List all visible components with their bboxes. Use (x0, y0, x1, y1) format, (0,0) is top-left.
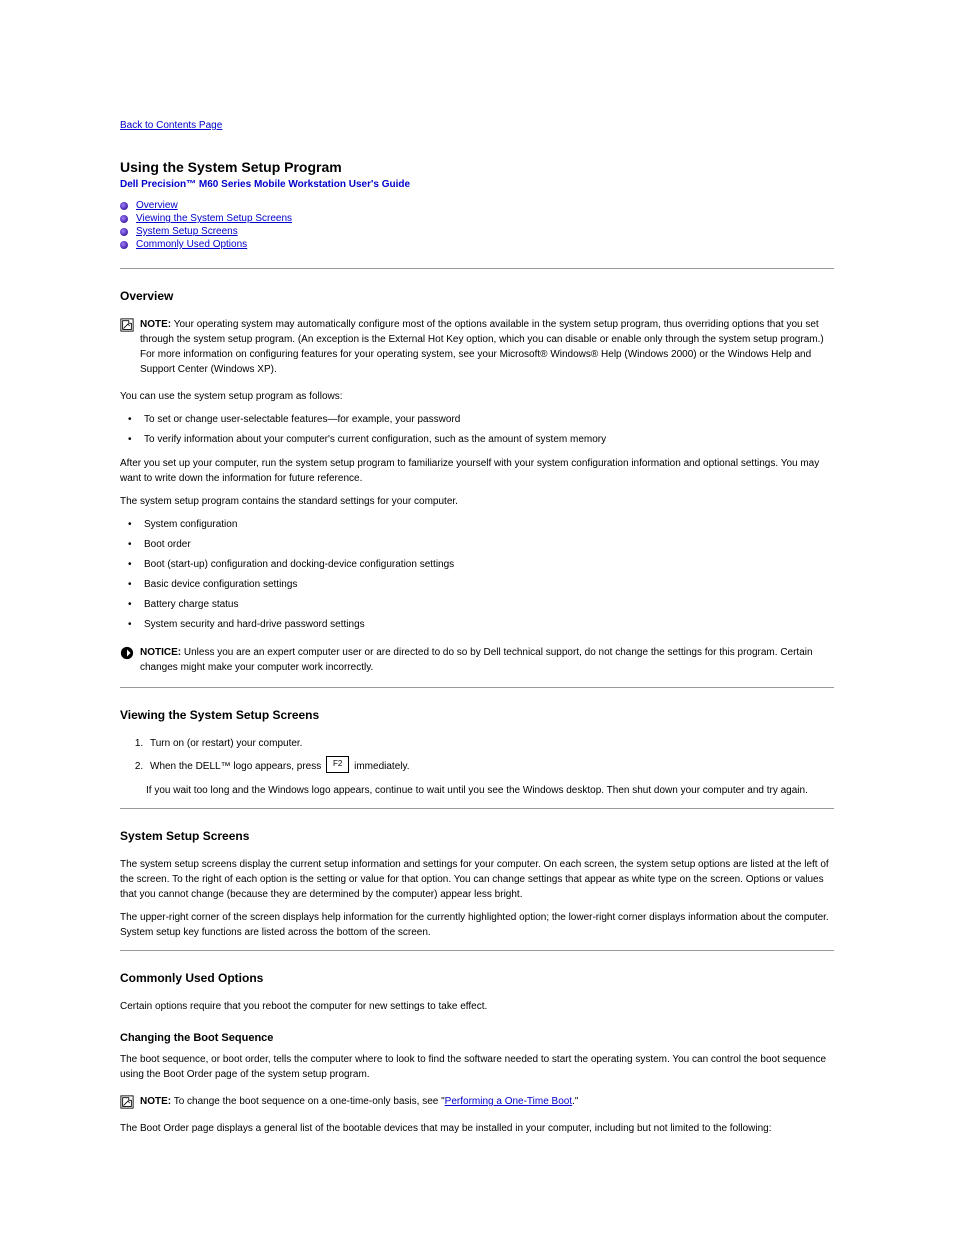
table-of-contents: Overview Viewing the System Setup Screen… (120, 200, 834, 250)
notice-block: NOTICE: Unless you are an expert compute… (120, 645, 834, 675)
note-block: NOTE: Your operating system may automati… (120, 317, 834, 377)
one-time-boot-link[interactable]: Performing a One-Time Boot (445, 1096, 572, 1107)
notice-text: NOTICE: Unless you are an expert compute… (140, 645, 834, 675)
options-reboot: Certain options require that you reboot … (120, 999, 834, 1014)
note-body: Your operating system may automatically … (140, 319, 824, 375)
viewing-wait-text: If you wait too long and the Windows log… (146, 783, 834, 798)
note-boot-after: ." (572, 1096, 578, 1107)
overview-intro: You can use the system setup program as … (120, 389, 834, 404)
viewing-steps: Turn on (or restart) your computer. When… (146, 736, 834, 775)
note-text: NOTE: To change the boot sequence on a o… (140, 1094, 578, 1109)
boot-p1: The boot sequence, or boot order, tells … (120, 1052, 834, 1082)
screens-p2: The upper-right corner of the screen dis… (120, 910, 834, 940)
step-item: When the DELL™ logo appears, press F2 im… (146, 758, 834, 775)
section-divider (120, 950, 834, 951)
notice-body: Unless you are an expert computer user o… (140, 647, 813, 673)
guide-subtitle: Dell Precision™ M60 Series Mobile Workst… (120, 179, 834, 190)
overview-purpose-list: System configuration Boot order Boot (st… (144, 517, 834, 633)
list-item: To verify information about your compute… (144, 432, 834, 448)
overview-after: After you set up your computer, run the … (120, 456, 834, 486)
note-icon (120, 318, 134, 332)
page-title: Using the System Setup Program (120, 159, 834, 175)
note-icon (120, 1095, 134, 1109)
boot-p1-text: The boot sequence, or boot order, tells … (120, 1054, 826, 1080)
overview-use-list: To set or change user-selectable feature… (144, 412, 834, 448)
bullet-icon (120, 228, 128, 236)
note-boot-before: To change the boot sequence on a one-tim… (174, 1096, 445, 1107)
section-divider (120, 687, 834, 688)
screens-p1: The system setup screens display the cur… (120, 857, 834, 902)
section-divider (120, 808, 834, 809)
f2-key-icon: F2 (326, 756, 349, 773)
list-item: To set or change user-selectable feature… (144, 412, 834, 428)
toc-link-screens[interactable]: System Setup Screens (136, 226, 238, 237)
list-item: Battery charge status (144, 597, 834, 613)
boot-sequence-heading: Changing the Boot Sequence (120, 1032, 834, 1044)
bullet-icon (120, 215, 128, 223)
note-block: NOTE: To change the boot sequence on a o… (120, 1094, 834, 1109)
notice-icon (120, 646, 134, 660)
viewing-heading: Viewing the System Setup Screens (120, 708, 834, 722)
list-item: System configuration (144, 517, 834, 533)
list-item: System security and hard-drive password … (144, 617, 834, 633)
list-item: Basic device configuration settings (144, 577, 834, 593)
toc-link-options[interactable]: Commonly Used Options (136, 239, 247, 250)
overview-heading: Overview (120, 289, 834, 303)
toc-link-viewing[interactable]: Viewing the System Setup Screens (136, 213, 292, 224)
screens-heading: System Setup Screens (120, 829, 834, 843)
list-item: Boot order (144, 537, 834, 553)
options-heading: Commonly Used Options (120, 971, 834, 985)
overview-purpose-intro: The system setup program contains the st… (120, 494, 834, 509)
toc-link-overview[interactable]: Overview (136, 200, 178, 211)
note-text: NOTE: Your operating system may automati… (140, 317, 834, 377)
list-item: Boot (start-up) configuration and dockin… (144, 557, 834, 573)
section-divider (120, 268, 834, 269)
back-to-contents-link[interactable]: Back to Contents Page (120, 120, 222, 131)
boot-p2: The Boot Order page displays a general l… (120, 1121, 834, 1136)
step2-suffix: immediately. (354, 761, 409, 772)
step-item: Turn on (or restart) your computer. (146, 736, 834, 752)
bullet-icon (120, 202, 128, 210)
bullet-icon (120, 241, 128, 249)
step2-prefix: When the DELL™ logo appears, press (150, 761, 321, 772)
